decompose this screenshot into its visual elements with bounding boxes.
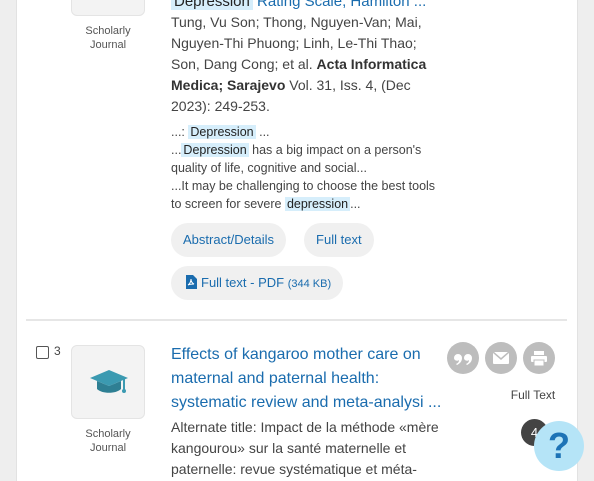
result-links: Abstract/Details Full text [171,223,374,257]
snippet: ...: Depression ... [171,125,270,139]
result-body: Depression Rating Scale, Hamilton ... Tu… [171,0,447,213]
envelope-icon [493,352,509,364]
pdf-icon [186,275,197,289]
abstract-details-link[interactable]: Abstract/Details [171,223,287,257]
publication-type: Scholarly Journal [60,427,156,455]
print-button[interactable] [523,342,555,374]
help-button[interactable]: ? [534,421,584,471]
title-highlight: Depression [171,0,253,10]
result-body: Effects of kangaroo mother care on mater… [171,343,447,480]
result-title-link[interactable]: Depression Rating Scale, Hamilton ... [171,0,447,12]
quote-icon [454,354,472,365]
snippet-highlight: depression [284,197,351,211]
result-divider [26,319,567,321]
full-text-label: Full Text [510,388,556,402]
pdf-size: (344 KB) [287,278,332,290]
full-text-link[interactable]: Full text [304,223,374,257]
publication-type-line2: Journal [89,442,127,454]
publication-type: Scholarly Journal [60,24,156,52]
pdf-link-row: Full text - PDF (344 KB) [171,266,344,300]
result-thumbnail[interactable] [71,0,145,16]
result-thumbnail[interactable] [71,345,145,419]
result-number: 3 [54,344,61,358]
publication-type-line1: Scholarly [85,25,131,37]
graduation-cap-icon [90,370,128,393]
search-snippets: ...: Depression ... ... Depression has a … [171,123,447,213]
select-result-checkbox[interactable] [36,346,49,359]
snippet: ... Depression has a big impact on a pers… [171,143,422,175]
citation: Tung, Vu Son; Thong, Nguyen-Van; Mai, Ng… [171,12,447,117]
publication-type-line1: Scholarly [85,428,131,440]
publication-type-line2: Journal [89,39,127,51]
printer-icon [531,350,547,366]
alternate-title: Alternate title: Impact de la méthode «m… [171,419,439,477]
full-text-pdf-link[interactable]: Full text - PDF (344 KB) [171,266,344,300]
title-rest: Rating Scale, Hamilton ... [257,0,427,10]
cite-button[interactable] [447,342,479,374]
pdf-link-label: Full text - PDF [201,275,285,290]
volume-issue: Vol. 31, Iss. 4, [289,77,378,93]
snippet-highlight: Depression [181,143,249,157]
snippet: ...It may be challenging to choose the b… [171,179,436,211]
result-title-link[interactable]: Effects of kangaroo mother care on mater… [171,343,447,415]
email-button[interactable] [485,342,517,374]
snippet-highlight: Depression [188,125,256,139]
